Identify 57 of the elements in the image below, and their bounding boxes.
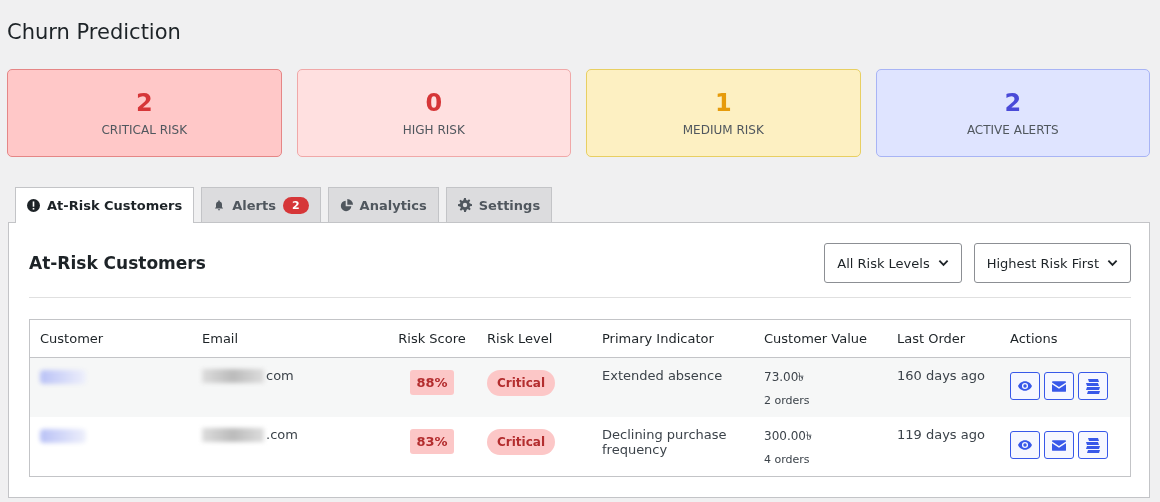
dropdown[interactable]: All Risk Levels <box>824 243 962 283</box>
table-cell: Declining purchase frequency <box>592 417 754 476</box>
stat-value: 2 <box>1004 89 1022 117</box>
redacted-email <box>202 368 264 383</box>
column-header: Email <box>192 320 387 358</box>
column-header: Primary Indicator <box>592 320 754 358</box>
tab[interactable]: Alerts 2 <box>201 187 321 222</box>
table-cell: Extended absence <box>592 357 754 417</box>
envelope-icon <box>1052 439 1066 451</box>
eye-icon <box>1018 381 1032 391</box>
order-count: 2 orders <box>764 394 811 407</box>
column-header: Customer Value <box>754 320 887 358</box>
stat-label: MEDIUM RISK <box>682 123 764 137</box>
email-domain: com <box>266 368 294 383</box>
column-header: Last Order <box>887 320 1000 358</box>
gear-icon <box>457 198 472 212</box>
risk-level-badge: Critical <box>487 429 555 455</box>
risk-score-badge: 88% <box>410 370 454 395</box>
risk-level-badge: Critical <box>487 370 555 396</box>
view-button[interactable] <box>1010 431 1040 459</box>
section-title: At-Risk Customers <box>29 253 206 273</box>
order-count: 4 orders <box>764 453 811 466</box>
count-badge: 2 <box>282 196 309 214</box>
stat-label: HIGH RISK <box>402 123 465 137</box>
email-button[interactable] <box>1044 372 1074 400</box>
customer-value: 73.00৳ <box>764 369 806 386</box>
table-cell: 119 days ago <box>887 417 1000 476</box>
eye-icon <box>1018 440 1032 450</box>
pie-chart-icon <box>339 198 353 212</box>
stat-label: CRITICAL RISK <box>101 123 188 137</box>
chevron-down-icon <box>937 259 949 267</box>
email-domain: .com <box>266 427 298 442</box>
column-header: Actions <box>1000 320 1130 358</box>
column-header: Risk Score <box>387 320 477 358</box>
envelope-icon <box>1052 380 1066 392</box>
column-header: Customer <box>30 320 192 358</box>
exclamation-icon <box>27 199 40 212</box>
table-cell: 160 days ago <box>887 357 1000 417</box>
chevron-down-icon <box>1107 259 1118 267</box>
column-header: Risk Level <box>477 320 592 358</box>
dropdown[interactable]: Highest Risk First <box>973 243 1131 283</box>
redacted-name <box>40 370 86 384</box>
tab[interactable]: Analytics <box>327 187 439 222</box>
stat-label: ACTIVE ALERTS <box>966 123 1059 137</box>
customer-value: 300.00৳ <box>764 428 813 445</box>
redacted-name <box>40 429 86 443</box>
redacted-email <box>202 427 264 442</box>
stat-value: 1 <box>714 89 732 117</box>
stat-value: 0 <box>425 89 443 117</box>
bell-icon <box>213 198 226 212</box>
stat-value: 2 <box>135 89 153 117</box>
page-title: Churn Prediction <box>7 19 182 46</box>
tab[interactable]: At-Risk Customers <box>15 187 195 223</box>
tab[interactable]: Settings <box>445 187 553 222</box>
risk-score-badge: 83% <box>410 429 454 454</box>
view-button[interactable] <box>1010 372 1040 400</box>
email-button[interactable] <box>1044 431 1074 459</box>
